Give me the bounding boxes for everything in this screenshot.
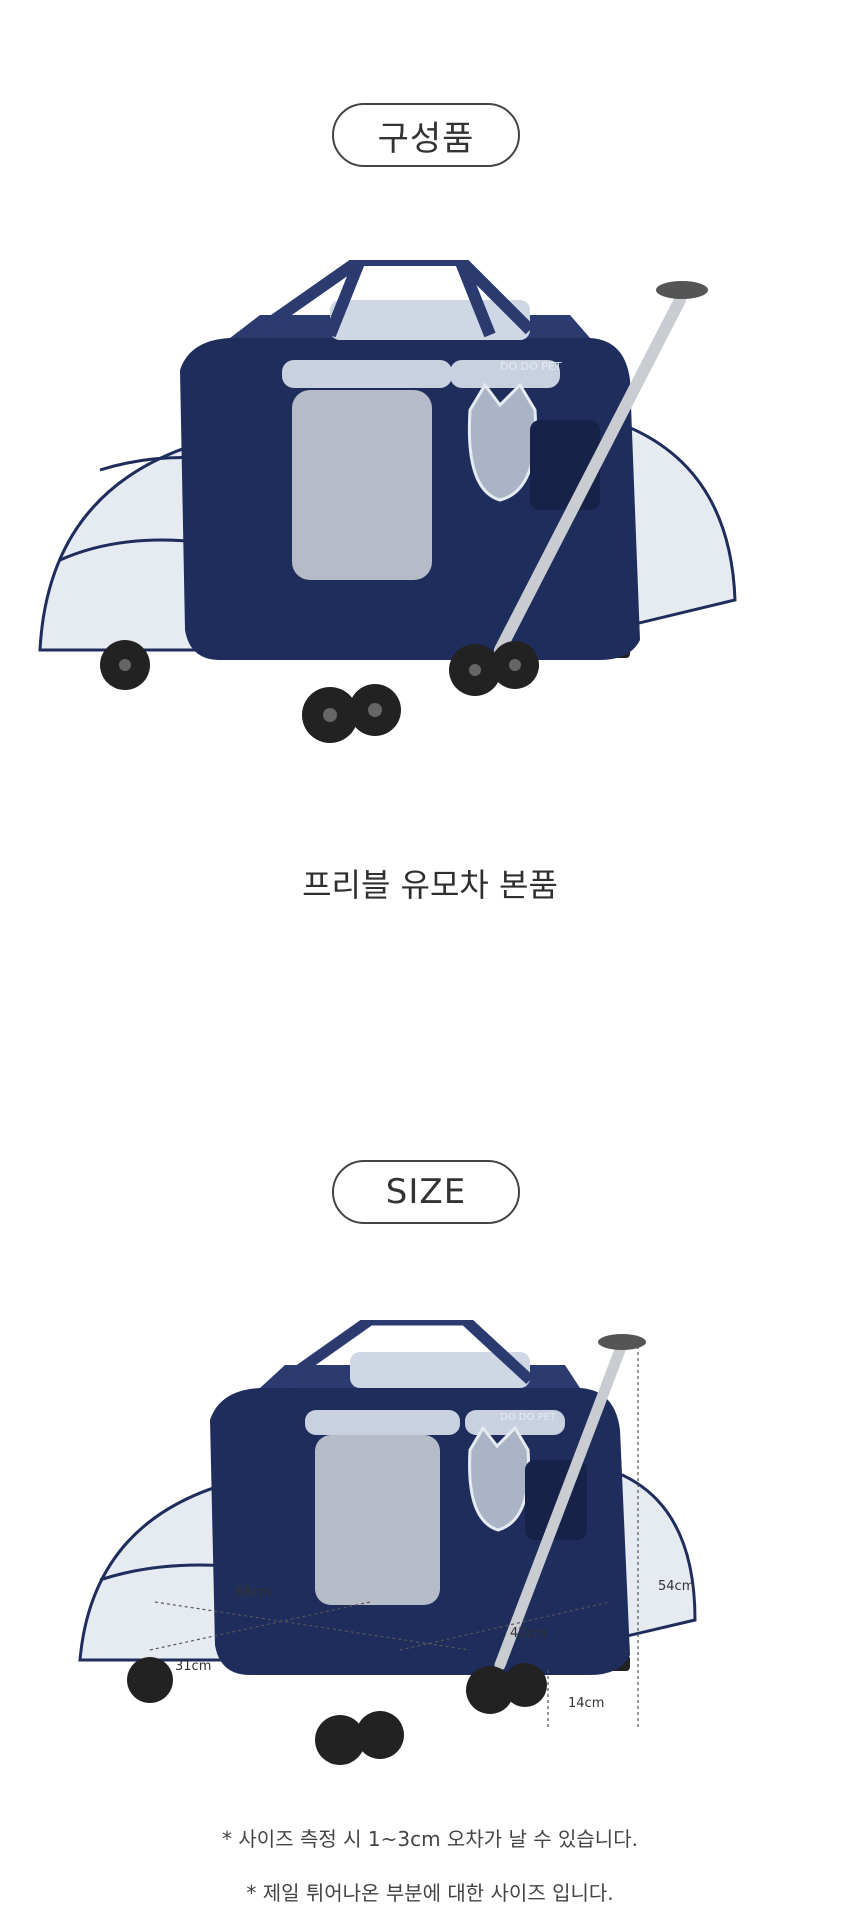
badge-size: SIZE (332, 1160, 520, 1224)
badge-components: 구성품 (332, 103, 520, 167)
dim-handle-height-label: 54cm (658, 1579, 694, 1594)
product-logo: DO DO PET (500, 360, 562, 373)
product-logo-size: DO DO PET (500, 1412, 557, 1423)
dim-wheel-height-label: 14cm (568, 1696, 604, 1711)
dim-width-label: 42cm (510, 1626, 546, 1641)
dim-length-label: 68cm (235, 1585, 271, 1600)
product-caption: 프리블 유모차 본품 (302, 866, 558, 904)
dim-depth-label: 31cm (175, 1659, 211, 1674)
size-note-1: * 사이즈 측정 시 1~3cm 오차가 날 수 있습니다. (222, 1827, 638, 1851)
stroller-image-components: DO DO PET (38, 260, 737, 743)
size-note-2: * 제일 튀어나온 부분에 대한 사이즈 입니다. (246, 1881, 614, 1905)
stroller-image-size: DO DO PET 68cm 42cm 31cm 54cm 14cm (78, 1320, 697, 1765)
